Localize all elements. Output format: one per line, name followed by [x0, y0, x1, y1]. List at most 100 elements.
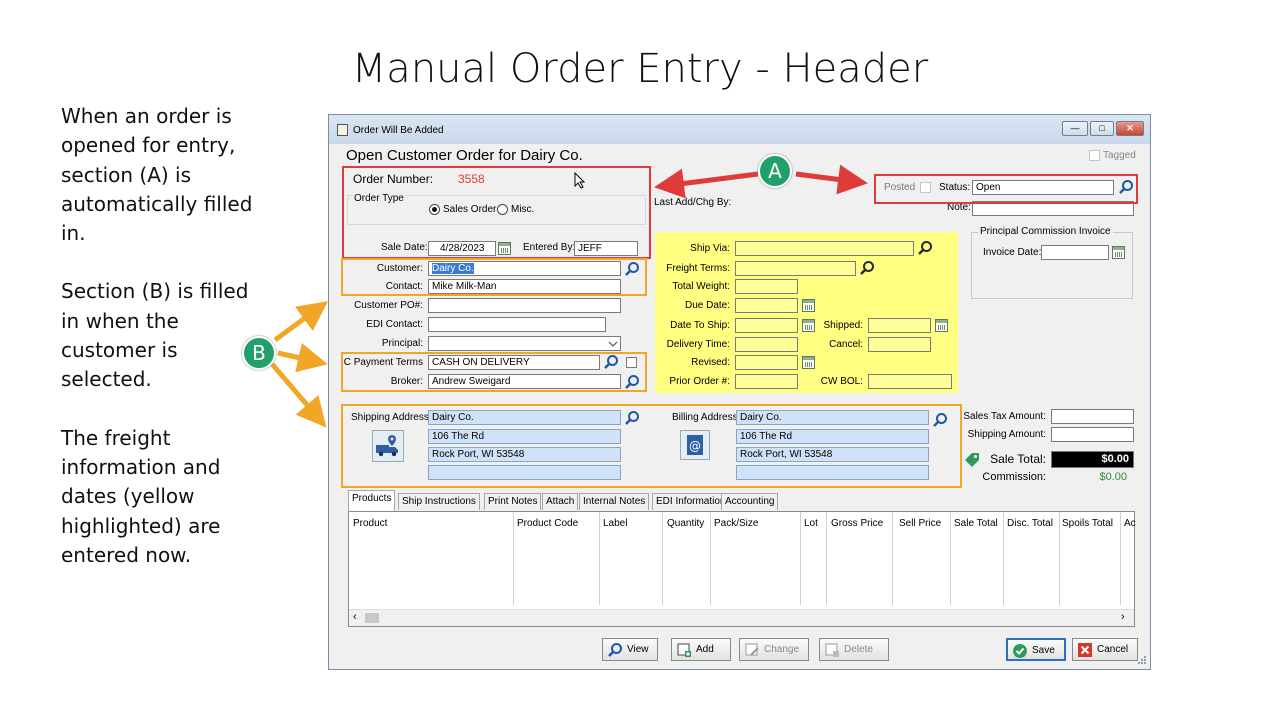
column-divider	[599, 512, 600, 605]
column-header[interactable]: Spoils Total	[1062, 518, 1113, 529]
prior-order-field[interactable]	[735, 374, 798, 389]
save-button[interactable]: Save	[1006, 638, 1066, 661]
freight-terms-field[interactable]	[735, 261, 856, 276]
invoice-date-calendar-icon[interactable]	[1112, 246, 1125, 259]
order-window: Order Will Be Added — □ ✕ Open Customer …	[328, 114, 1151, 670]
close-icon: ✕	[1126, 123, 1134, 133]
column-divider	[800, 512, 801, 605]
shipped-calendar-icon[interactable]	[935, 319, 948, 332]
tagged-label: Tagged	[1103, 150, 1136, 161]
column-header[interactable]: Label	[603, 518, 627, 529]
tab-edi-information[interactable]: EDI Information	[652, 493, 730, 510]
last-add-label: Last Add/Chg By:	[654, 197, 732, 208]
principal-select[interactable]	[428, 336, 621, 351]
ship-via-search-icon[interactable]	[917, 240, 933, 256]
due-date-label: Due Date:	[684, 300, 730, 311]
column-header[interactable]: Sale Total	[954, 518, 998, 529]
column-header[interactable]: Sell Price	[899, 518, 941, 529]
due-date-field[interactable]	[735, 298, 798, 313]
section-b-box-terms	[341, 352, 647, 392]
ship-via-label: Ship Via:	[690, 243, 730, 254]
shipped-label: Shipped:	[823, 320, 863, 331]
resize-grip-icon[interactable]	[1137, 655, 1147, 665]
tab-accounting[interactable]: Accounting	[721, 493, 779, 510]
note-section-a: When an order is opened for entry, secti…	[61, 104, 253, 246]
search-icon	[608, 643, 622, 657]
cw-bol-field[interactable]	[868, 374, 952, 389]
tagged-checkbox[interactable]	[1089, 150, 1100, 161]
order-heading: Open Customer Order for Dairy Co.	[346, 147, 583, 164]
view-button-label: View	[627, 644, 649, 655]
delivery-time-field[interactable]	[735, 337, 798, 352]
column-header[interactable]: Ac	[1124, 518, 1136, 529]
view-button[interactable]: View	[602, 638, 658, 661]
delivery-time-label: Delivery Time:	[666, 339, 730, 350]
due-date-calendar-icon[interactable]	[802, 299, 815, 312]
add-button[interactable]: Add	[671, 638, 731, 661]
column-header[interactable]: Lot	[804, 518, 818, 529]
cancel-icon	[1078, 643, 1092, 657]
tab-print-notes[interactable]: Print Notes	[484, 493, 542, 510]
date-to-ship-field[interactable]	[735, 318, 798, 333]
section-a-box-status	[874, 174, 1138, 204]
delete-icon	[825, 643, 839, 657]
add-icon	[677, 643, 691, 657]
minimize-button[interactable]: —	[1062, 121, 1088, 136]
tab-products[interactable]: Products	[348, 490, 396, 511]
customer-po-field[interactable]	[428, 298, 621, 313]
shipped-field[interactable]	[868, 318, 931, 333]
close-button[interactable]: ✕	[1116, 121, 1144, 136]
horizontal-scrollbar[interactable]: ‹ ›	[349, 609, 1134, 626]
revised-field[interactable]	[735, 355, 798, 370]
checkmark-icon	[1013, 644, 1027, 658]
cancel-button-label: Cancel	[1097, 644, 1129, 655]
prior-order-label: Prior Order #:	[669, 376, 730, 387]
column-divider	[1120, 512, 1121, 605]
callout-a: A	[758, 154, 792, 188]
minimize-icon: —	[1070, 123, 1080, 133]
total-weight-field[interactable]	[735, 279, 798, 294]
tab-internal-notes[interactable]: Internal Notes	[579, 493, 650, 510]
maximize-button[interactable]: □	[1090, 121, 1114, 136]
tab-ship-instructions[interactable]: Ship Instructions	[398, 493, 480, 510]
revised-calendar-icon[interactable]	[802, 356, 815, 369]
column-header[interactable]: Product Code	[517, 518, 578, 529]
scrollbar-thumb[interactable]	[365, 613, 379, 623]
shipping-amount-field[interactable]	[1051, 427, 1134, 442]
column-header[interactable]: Pack/Size	[714, 518, 758, 529]
tab-attach[interactable]: Attach	[542, 493, 579, 510]
freight-terms-search-icon[interactable]	[859, 260, 875, 276]
invoice-date-field[interactable]	[1041, 245, 1109, 260]
delete-button[interactable]: Delete	[819, 638, 889, 661]
change-button[interactable]: Change	[739, 638, 809, 661]
note-section-b: Section (B) is filled in when the custom…	[61, 279, 249, 392]
principal-commission-label: Principal Commission Invoice	[978, 226, 1113, 237]
date-to-ship-calendar-icon[interactable]	[802, 319, 815, 332]
column-header[interactable]: Product	[353, 518, 387, 529]
arrow-b-customer	[273, 301, 329, 343]
window-titlebar[interactable]: Order Will Be Added — □ ✕	[329, 115, 1150, 144]
chevron-down-icon[interactable]	[608, 340, 618, 348]
cancel-button[interactable]: Cancel	[1072, 638, 1138, 661]
principal-commission-group	[971, 232, 1133, 299]
column-header[interactable]: Gross Price	[831, 518, 883, 529]
customer-po-label: Customer PO#:	[354, 300, 423, 311]
maximize-icon: □	[1099, 123, 1105, 133]
section-b-box-customer	[341, 258, 647, 296]
cw-bol-label: CW BOL:	[820, 376, 863, 387]
window-app-icon	[337, 124, 348, 136]
edi-contact-field[interactable]	[428, 317, 606, 332]
delete-button-label: Delete	[844, 644, 873, 655]
column-header[interactable]: Quantity	[667, 518, 704, 529]
products-grid[interactable]: Product Product Code Label Quantity Pack…	[348, 511, 1136, 627]
revised-label: Revised:	[691, 357, 730, 368]
column-divider	[826, 512, 827, 605]
scroll-right-icon[interactable]: ›	[1121, 611, 1125, 623]
column-divider	[1059, 512, 1060, 605]
ship-via-field[interactable]	[735, 241, 914, 256]
column-header[interactable]: Disc. Total	[1007, 518, 1053, 529]
freight-terms-label: Freight Terms:	[666, 263, 730, 274]
cancel-date-field[interactable]	[868, 337, 931, 352]
sales-tax-field[interactable]	[1051, 409, 1134, 424]
scroll-left-icon[interactable]: ‹	[353, 611, 357, 623]
